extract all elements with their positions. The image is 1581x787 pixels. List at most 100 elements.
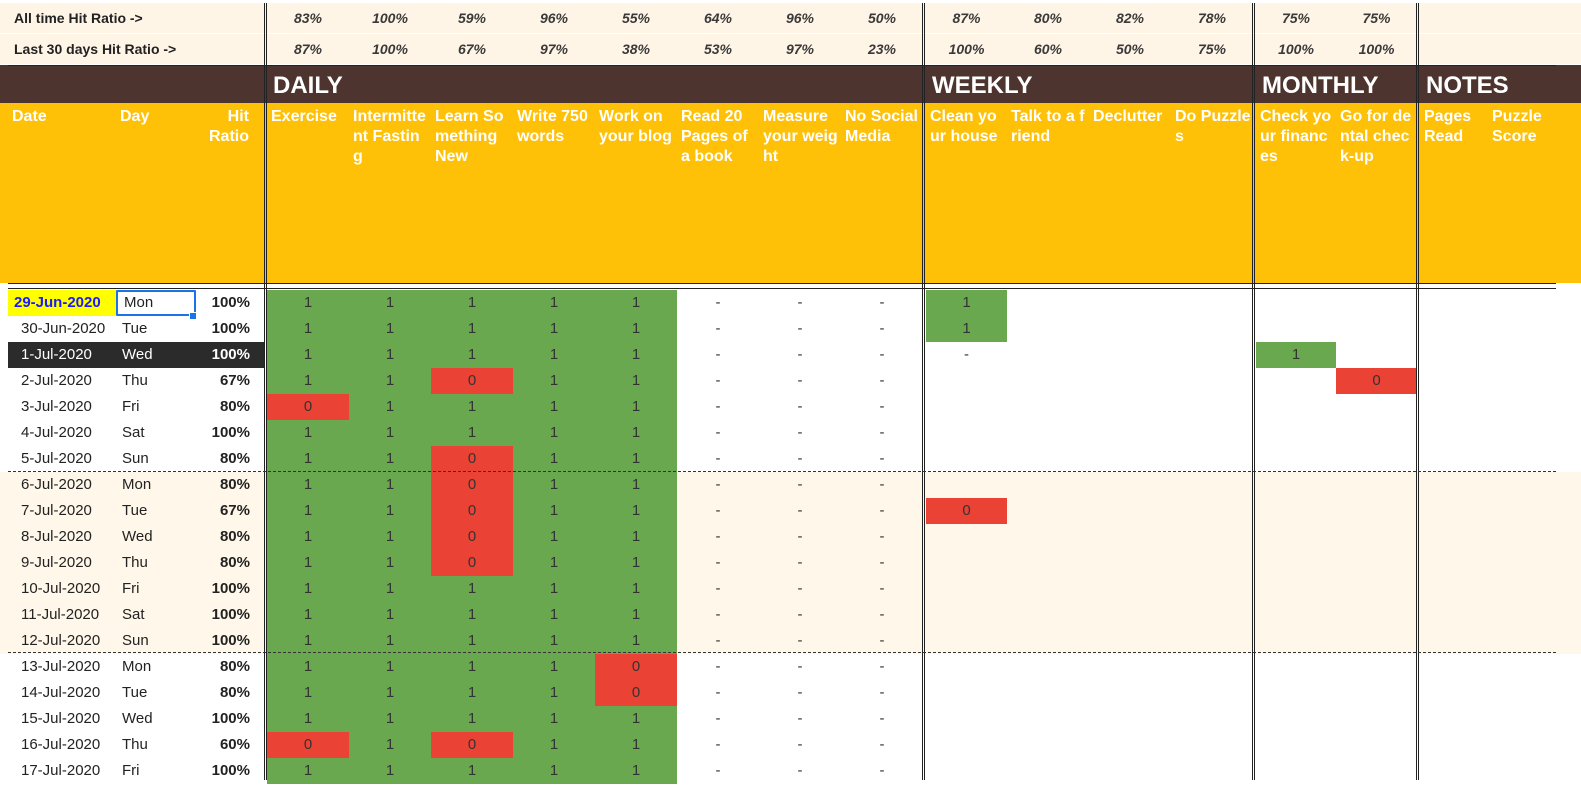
- habit-cell[interactable]: [1336, 732, 1417, 758]
- habit-cell[interactable]: [926, 654, 1007, 680]
- habit-cell[interactable]: 0: [431, 446, 513, 472]
- hit-ratio-value[interactable]: 75%: [1336, 3, 1417, 33]
- habit-cell[interactable]: [1256, 368, 1336, 394]
- habit-cell[interactable]: [1007, 342, 1089, 368]
- day-cell[interactable]: Tue: [116, 316, 196, 342]
- habit-cell[interactable]: [1171, 420, 1253, 446]
- habit-cell[interactable]: 1: [513, 602, 595, 628]
- habit-cell[interactable]: 1: [349, 368, 431, 394]
- habit-cell[interactable]: -: [677, 524, 759, 550]
- habit-cell[interactable]: -: [677, 602, 759, 628]
- habit-cell[interactable]: 1: [431, 290, 513, 316]
- habit-cell[interactable]: [1089, 342, 1171, 368]
- date-cell[interactable]: 8-Jul-2020: [8, 524, 116, 550]
- habit-cell[interactable]: [1488, 472, 1556, 498]
- day-cell[interactable]: Mon: [116, 472, 196, 498]
- habit-cell[interactable]: 1: [595, 628, 677, 654]
- habit-cell[interactable]: 1: [431, 342, 513, 368]
- habit-cell[interactable]: 1: [349, 732, 431, 758]
- header-talk-to-a-friend[interactable]: Talk to a friend: [1007, 103, 1089, 283]
- habit-cell[interactable]: [926, 550, 1007, 576]
- habit-cell[interactable]: 1: [349, 602, 431, 628]
- habit-cell[interactable]: -: [759, 758, 841, 784]
- habit-cell[interactable]: [1336, 342, 1417, 368]
- habit-cell[interactable]: -: [677, 550, 759, 576]
- header-intermittent-fasting[interactable]: Intermittent Fasting: [349, 103, 431, 283]
- habit-cell[interactable]: -: [677, 706, 759, 732]
- habit-cell[interactable]: -: [677, 290, 759, 316]
- habit-cell[interactable]: 0: [431, 524, 513, 550]
- habit-cell[interactable]: -: [841, 342, 923, 368]
- habit-cell[interactable]: [1420, 680, 1488, 706]
- hit-ratio-value[interactable]: 96%: [513, 3, 595, 33]
- habit-cell[interactable]: [1420, 758, 1488, 784]
- habit-cell[interactable]: 1: [513, 420, 595, 446]
- hit-ratio-value[interactable]: 78%: [1171, 3, 1253, 33]
- habit-cell[interactable]: -: [759, 576, 841, 602]
- hit-ratio-cell[interactable]: 100%: [196, 316, 265, 342]
- habit-cell[interactable]: 0: [431, 498, 513, 524]
- habit-cell[interactable]: -: [759, 706, 841, 732]
- habit-cell[interactable]: [1089, 316, 1171, 342]
- habit-cell[interactable]: [1256, 550, 1336, 576]
- habit-cell[interactable]: 1: [1256, 342, 1336, 368]
- date-cell[interactable]: 30-Jun-2020: [8, 316, 116, 342]
- habit-cell[interactable]: [1171, 628, 1253, 654]
- habit-cell[interactable]: [1336, 524, 1417, 550]
- habit-cell[interactable]: [1420, 576, 1488, 602]
- habit-cell[interactable]: -: [841, 550, 923, 576]
- habit-cell[interactable]: -: [759, 446, 841, 472]
- habit-cell[interactable]: -: [841, 680, 923, 706]
- habit-cell[interactable]: 1: [595, 420, 677, 446]
- habit-cell[interactable]: [1420, 524, 1488, 550]
- habit-cell[interactable]: [1420, 706, 1488, 732]
- habit-cell[interactable]: [1488, 628, 1556, 654]
- habit-cell[interactable]: [1089, 654, 1171, 680]
- habit-cell[interactable]: -: [677, 342, 759, 368]
- habit-cell[interactable]: 1: [349, 524, 431, 550]
- habit-cell[interactable]: 1: [595, 472, 677, 498]
- habit-cell[interactable]: [1007, 446, 1089, 472]
- habit-cell[interactable]: 1: [513, 524, 595, 550]
- hit-ratio-cell[interactable]: 67%: [196, 368, 265, 394]
- header-hit-ratio[interactable]: Hit Ratio: [196, 103, 265, 283]
- hit-ratio-value[interactable]: 50%: [1089, 34, 1171, 64]
- day-cell[interactable]: Thu: [116, 732, 196, 758]
- habit-cell[interactable]: 1: [513, 316, 595, 342]
- hit-ratio-cell[interactable]: 80%: [196, 394, 265, 420]
- habit-cell[interactable]: 1: [595, 342, 677, 368]
- habit-cell[interactable]: [1007, 394, 1089, 420]
- day-cell[interactable]: Mon: [116, 290, 196, 316]
- hit-ratio-cell[interactable]: 100%: [196, 602, 265, 628]
- habit-cell[interactable]: [1089, 628, 1171, 654]
- header-write-750-words[interactable]: Write 750 words: [513, 103, 595, 283]
- date-cell[interactable]: 1-Jul-2020: [8, 342, 116, 368]
- habit-cell[interactable]: 0: [267, 732, 349, 758]
- habit-cell[interactable]: 1: [349, 316, 431, 342]
- habit-cell[interactable]: [1420, 316, 1488, 342]
- habit-cell[interactable]: 1: [267, 420, 349, 446]
- habit-cell[interactable]: 1: [595, 550, 677, 576]
- habit-cell[interactable]: [1171, 758, 1253, 784]
- date-cell[interactable]: 3-Jul-2020: [8, 394, 116, 420]
- header-day[interactable]: Day: [116, 103, 196, 283]
- habit-cell[interactable]: [1089, 576, 1171, 602]
- habit-cell[interactable]: [1089, 446, 1171, 472]
- habit-cell[interactable]: [1171, 602, 1253, 628]
- habit-cell[interactable]: -: [841, 732, 923, 758]
- habit-cell[interactable]: [1007, 498, 1089, 524]
- habit-cell[interactable]: [1488, 654, 1556, 680]
- habit-cell[interactable]: 1: [267, 602, 349, 628]
- habit-cell[interactable]: 0: [431, 550, 513, 576]
- habit-cell[interactable]: [1488, 290, 1556, 316]
- habit-cell[interactable]: -: [759, 680, 841, 706]
- habit-cell[interactable]: [1420, 472, 1488, 498]
- hit-ratio-cell[interactable]: 100%: [196, 628, 265, 654]
- habit-cell[interactable]: [1488, 524, 1556, 550]
- habit-cell[interactable]: [1336, 628, 1417, 654]
- header-do-puzzles[interactable]: Do Puzzles: [1171, 103, 1253, 283]
- habit-cell[interactable]: [1007, 602, 1089, 628]
- habit-cell[interactable]: 1: [349, 680, 431, 706]
- habit-cell[interactable]: -: [841, 420, 923, 446]
- habit-cell[interactable]: [1336, 654, 1417, 680]
